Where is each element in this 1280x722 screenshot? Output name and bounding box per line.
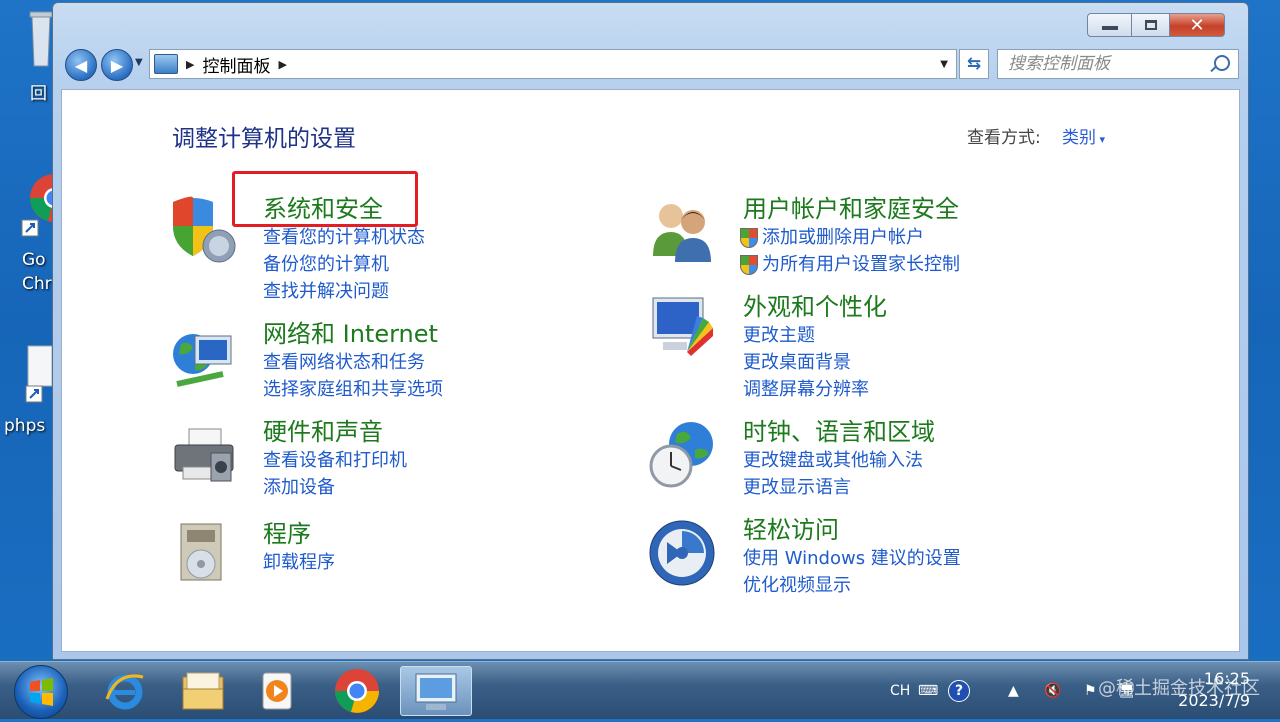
category-appearance-personalization: 外观和个性化 更改主题 更改桌面背景 调整屏幕分辨率 xyxy=(743,292,887,403)
recent-pages-dropdown[interactable]: ▼ xyxy=(135,57,143,68)
chrome-icon xyxy=(335,669,379,713)
category-ease-of-access: 轻松访问 使用 Windows 建议的设置 优化视频显示 xyxy=(743,515,961,599)
show-hidden-icons-icon[interactable]: ▲ xyxy=(1008,662,1019,719)
category-hardware-sound: 硬件和声音 查看设备和打印机 添加设备 xyxy=(263,417,407,501)
link-uninstall-program[interactable]: 卸载程序 xyxy=(263,549,335,576)
link-change-keyboard[interactable]: 更改键盘或其他输入法 xyxy=(743,447,935,474)
link-homegroup-sharing[interactable]: 选择家庭组和共享选项 xyxy=(263,376,443,403)
category-title-network-internet[interactable]: 网络和 Internet xyxy=(263,319,443,349)
category-title-clock-language[interactable]: 时钟、语言和区域 xyxy=(743,417,935,447)
search-input[interactable] xyxy=(1006,53,1210,75)
category-title-programs[interactable]: 程序 xyxy=(263,519,335,549)
programs-icon[interactable] xyxy=(167,520,237,590)
chevron-right-icon[interactable]: ▶ xyxy=(278,58,286,71)
link-windows-suggested-settings[interactable]: 使用 Windows 建议的设置 xyxy=(743,545,961,572)
address-dropdown-icon[interactable]: ▼ xyxy=(940,59,948,70)
search-box[interactable] xyxy=(997,49,1239,79)
phpstudy-shortcut-icon[interactable] xyxy=(20,338,53,408)
category-network-internet: 网络和 Internet 查看网络状态和任务 选择家庭组和共享选项 xyxy=(263,319,443,403)
link-troubleshoot[interactable]: 查找并解决问题 xyxy=(263,278,425,305)
action-center-flag-icon[interactable]: ⚑ xyxy=(1084,662,1097,719)
user-accounts-icon[interactable] xyxy=(647,194,717,264)
link-parental-controls[interactable]: 为所有用户设置家长控制 xyxy=(740,251,960,278)
clock-language-region-icon[interactable] xyxy=(647,420,717,490)
category-title-user-accounts[interactable]: 用户帐户和家庭安全 xyxy=(743,194,960,224)
view-by-label: 查看方式: xyxy=(967,128,1041,148)
link-add-remove-accounts-label: 添加或删除用户帐户 xyxy=(762,227,924,248)
arrow-left-icon: ◀ xyxy=(74,55,88,75)
media-player-icon xyxy=(262,672,292,710)
refresh-button[interactable]: ⇆ xyxy=(959,49,989,79)
maximize-icon xyxy=(1144,20,1157,30)
breadcrumb-control-panel[interactable]: 控制面板 xyxy=(202,52,270,77)
watermark-text: @稀土掘金技术社区 xyxy=(1098,678,1260,699)
chevron-right-icon[interactable]: ▶ xyxy=(186,58,194,71)
minimize-icon xyxy=(1101,26,1118,30)
link-view-network-status[interactable]: 查看网络状态和任务 xyxy=(263,349,443,376)
windows-logo-icon xyxy=(30,678,53,706)
taskbar-ie-button[interactable] xyxy=(92,666,158,716)
link-parental-controls-label: 为所有用户设置家长控制 xyxy=(762,254,960,275)
content-pane: 调整计算机的设置 查看方式: 类别 ▾ 系统和安全 查看您的计算机状态 备份您的… xyxy=(61,89,1240,652)
taskbar-media-player-button[interactable] xyxy=(244,666,310,716)
desktop-icon-recycle-bin-label: 回 xyxy=(30,84,47,104)
close-button[interactable]: ✕ xyxy=(1170,13,1225,37)
category-title-ease-of-access[interactable]: 轻松访问 xyxy=(743,515,961,545)
tray-language[interactable]: CH xyxy=(890,662,910,719)
page-title: 调整计算机的设置 xyxy=(172,126,356,152)
back-button[interactable]: ◀ xyxy=(65,49,97,81)
navigation-bar: ◀ ▶ ▼ ▶ 控制面板 ▶ ▼ ⇆ xyxy=(63,47,1240,83)
highlight-box xyxy=(232,171,418,227)
appearance-personalization-icon[interactable] xyxy=(647,292,717,362)
link-devices-printers[interactable]: 查看设备和打印机 xyxy=(263,447,407,474)
close-icon: ✕ xyxy=(1189,14,1205,36)
chrome-shortcut-icon[interactable] xyxy=(18,172,78,248)
uac-shield-icon xyxy=(740,227,758,248)
start-button[interactable] xyxy=(14,665,68,719)
network-internet-icon[interactable] xyxy=(167,326,237,396)
help-icon[interactable]: ? xyxy=(948,662,970,719)
taskbar-control-panel-button[interactable] xyxy=(400,666,472,716)
link-add-device[interactable]: 添加设备 xyxy=(263,474,407,501)
category-title-hardware-sound[interactable]: 硬件和声音 xyxy=(263,417,407,447)
link-optimize-video-display[interactable]: 优化视频显示 xyxy=(743,572,961,599)
category-user-accounts: 用户帐户和家庭安全 添加或删除用户帐户 为所有用户设置家长控制 xyxy=(740,194,960,278)
control-panel-icon xyxy=(415,673,457,710)
desktop-icon-phpstudy-label: phps xyxy=(4,416,46,436)
recycle-bin-icon[interactable] xyxy=(28,6,53,76)
arrow-right-icon: ▶ xyxy=(110,55,124,75)
category-programs: 程序 卸载程序 xyxy=(263,519,335,576)
link-add-remove-accounts[interactable]: 添加或删除用户帐户 xyxy=(740,224,960,251)
hardware-sound-icon[interactable] xyxy=(167,423,237,493)
internet-explorer-icon xyxy=(105,674,144,710)
folder-icon xyxy=(182,672,224,710)
refresh-icon: ⇆ xyxy=(966,54,982,74)
desktop-icon-chrome-label: Go Chr xyxy=(22,250,52,294)
link-view-computer-status[interactable]: 查看您的计算机状态 xyxy=(263,224,425,251)
link-change-theme[interactable]: 更改主题 xyxy=(743,322,887,349)
link-backup-computer[interactable]: 备份您的计算机 xyxy=(263,251,425,278)
address-bar[interactable]: ▶ 控制面板 ▶ ▼ xyxy=(149,49,957,79)
link-change-display-language[interactable]: 更改显示语言 xyxy=(743,474,935,501)
control-panel-window: ✕ ◀ ▶ ▼ ▶ 控制面板 ▶ ▼ ⇆ 调整计算机的设置 查看方式: 类别 xyxy=(52,2,1249,660)
taskbar: CH ⌨ ? ▲ 🔇 ⚑ 🖥 16:25 2023/7/9 xyxy=(0,661,1280,719)
view-by-dropdown[interactable]: 类别 xyxy=(1062,123,1105,148)
system-security-icon[interactable] xyxy=(167,194,237,264)
link-change-desktop-background[interactable]: 更改桌面背景 xyxy=(743,349,887,376)
keyboard-icon[interactable]: ⌨ xyxy=(918,662,938,719)
category-title-appearance[interactable]: 外观和个性化 xyxy=(743,292,887,322)
control-panel-icon xyxy=(154,54,178,74)
link-adjust-resolution[interactable]: 调整屏幕分辨率 xyxy=(743,376,887,403)
search-icon[interactable] xyxy=(1214,55,1230,71)
minimize-button[interactable] xyxy=(1087,13,1132,37)
category-clock-language-region: 时钟、语言和区域 更改键盘或其他输入法 更改显示语言 xyxy=(743,417,935,501)
uac-shield-icon xyxy=(740,254,758,275)
taskbar-chrome-button[interactable] xyxy=(324,666,390,716)
maximize-button[interactable] xyxy=(1132,13,1170,37)
taskbar-explorer-button[interactable] xyxy=(170,666,236,716)
forward-button[interactable]: ▶ xyxy=(101,49,133,81)
ease-of-access-icon[interactable] xyxy=(647,518,717,588)
volume-muted-icon[interactable]: 🔇 xyxy=(1044,662,1061,719)
